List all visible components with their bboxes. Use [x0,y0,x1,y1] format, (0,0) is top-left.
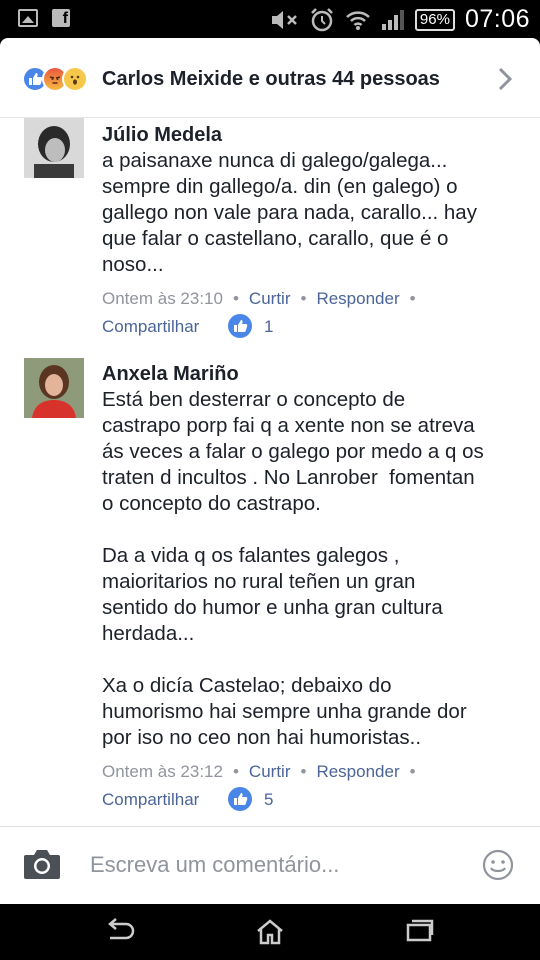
share-link[interactable]: Compartilhar [102,790,199,810]
reactions-summary[interactable]: Carlos Meixide e outras 44 pessoas [0,38,540,118]
gallery-icon [18,9,38,27]
comment-input[interactable] [90,847,450,883]
alarm-icon [311,7,333,31]
back-icon[interactable] [104,918,136,944]
avatar[interactable] [24,358,84,418]
like-count-icon [228,314,252,338]
comments-screen: Carlos Meixide e outras 44 pessoas Júlio… [0,38,540,904]
comment-text: a paisanaxe nunca di galego/galega... se… [102,149,477,276]
reply-link[interactable]: Responder [316,289,399,308]
like-link[interactable]: Curtir [249,762,291,781]
comment-meta: Ontem às 23:12 • Curtir • Responder • [102,762,416,781]
wifi-icon [346,10,370,30]
sticker-icon[interactable] [482,849,514,881]
comment-time: Ontem às 23:12 [102,762,223,781]
comment-author[interactable]: Júlio Medela [102,124,222,147]
clock: 07:06 [464,5,530,33]
reaction-icons [22,66,88,92]
comment-meta: Ontem às 23:10 • Curtir • Responder • [102,289,416,308]
recent-apps-icon[interactable] [405,918,435,944]
like-link[interactable]: Curtir [249,289,291,308]
comment-item: Anxela Mariño Está ben desterrar o conce… [0,358,540,818]
reply-link[interactable]: Responder [316,762,399,781]
comment-time: Ontem às 23:10 [102,289,223,308]
system-nav-bar [0,904,540,960]
home-icon[interactable] [255,918,285,946]
like-count[interactable]: 5 [264,790,273,810]
reactors-text: Carlos Meixide e outras 44 pessoas [102,68,440,90]
chevron-right-icon[interactable] [496,66,514,92]
like-count-icon [228,787,252,811]
signal-icon [381,9,404,30]
avatar[interactable] [24,118,84,178]
camera-icon[interactable] [22,847,62,881]
wow-reaction-icon [62,66,88,92]
like-count[interactable]: 1 [264,317,273,337]
battery-indicator: 96% [414,8,455,31]
facebook-icon: f [52,9,70,27]
comment-author[interactable]: Anxela Mariño [102,363,239,386]
comment-composer [0,826,540,904]
share-link[interactable]: Compartilhar [102,317,199,337]
mute-icon [271,10,297,29]
status-bar: f 96% 07:06 [0,0,540,38]
comment-item: Júlio Medela a paisanaxe nunca di galego… [0,118,540,348]
comment-text: Está ben desterrar o concepto de castrap… [102,388,484,749]
